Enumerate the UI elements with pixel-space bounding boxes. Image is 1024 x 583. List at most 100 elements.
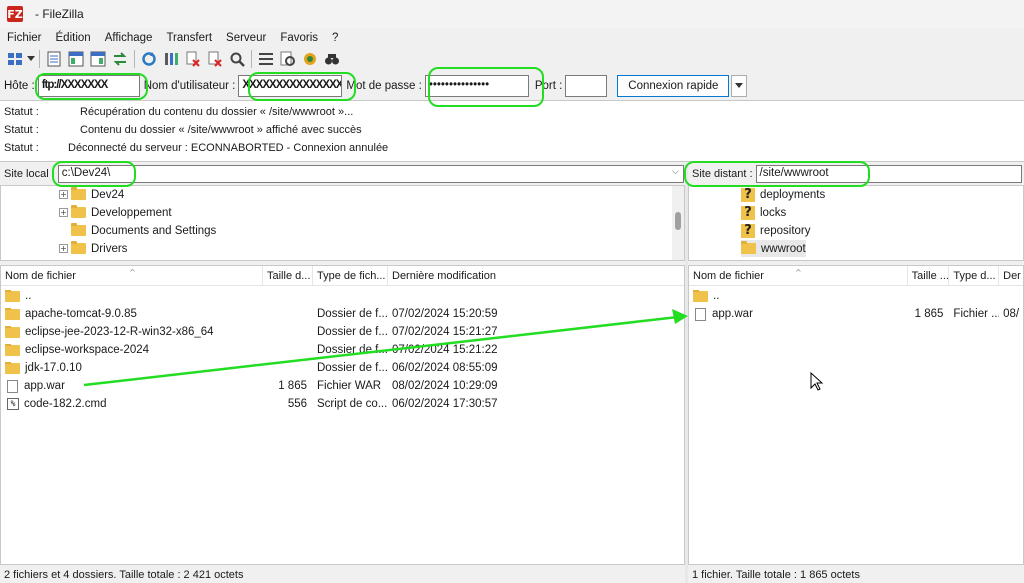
unknown-folder-icon: ? bbox=[741, 223, 755, 238]
quickconnect-button[interactable]: Connexion rapide bbox=[617, 75, 730, 97]
local-site-label: Site local : bbox=[4, 168, 55, 180]
log-line: Statut : Déconnecté du serveur : ECONNAB… bbox=[0, 139, 1024, 157]
reconnect-icon[interactable] bbox=[226, 49, 248, 69]
column-header-filename[interactable]: Nom de fichier ^ bbox=[689, 266, 908, 285]
list-header: Nom de fichier ^ Taille ... Type d... Der bbox=[689, 266, 1023, 286]
disconnect-icon[interactable] bbox=[204, 49, 226, 69]
script-file-icon: % bbox=[7, 398, 19, 410]
tree-item[interactable]: Documents and Settings bbox=[71, 222, 216, 239]
menu-serveur[interactable]: Serveur bbox=[219, 30, 273, 46]
list-item[interactable]: .. bbox=[1, 287, 684, 305]
list-item[interactable]: .. bbox=[689, 287, 1023, 305]
column-header-type[interactable]: Type d... bbox=[949, 266, 1000, 285]
folder-icon bbox=[741, 241, 756, 254]
list-item[interactable]: app.war 1 865 Fichier WAR 08/02/2024 10:… bbox=[1, 377, 684, 395]
toggle-remote-tree-icon[interactable] bbox=[87, 49, 109, 69]
tree-item[interactable]: + Dev24 bbox=[59, 186, 124, 203]
tree-item-label: Documents and Settings bbox=[91, 224, 217, 237]
local-directory-tree[interactable]: + Dev24 + Developpement Documents and Se… bbox=[0, 185, 685, 261]
process-queue-icon[interactable] bbox=[160, 49, 182, 69]
port-input[interactable] bbox=[565, 75, 608, 97]
local-path-bar: Site local : c:\Dev24\ ⌵ bbox=[0, 164, 685, 184]
file-name: app.war bbox=[24, 380, 65, 392]
tree-item[interactable]: + Developpement bbox=[59, 204, 172, 221]
file-modified: 06/02/2024 08:55:09 bbox=[392, 362, 498, 374]
local-path-input[interactable]: c:\Dev24\ bbox=[57, 165, 684, 183]
message-log[interactable]: Statut : Récupération du contenu du doss… bbox=[0, 100, 1024, 162]
cancel-operation-icon[interactable] bbox=[182, 49, 204, 69]
directory-filter-icon[interactable] bbox=[255, 49, 277, 69]
menu-fichier[interactable]: Fichier bbox=[0, 30, 49, 46]
file-size: 556 bbox=[287, 398, 307, 410]
sync-browsing-icon[interactable] bbox=[277, 49, 299, 69]
file-size: 1 865 bbox=[914, 308, 944, 320]
scrollbar-thumb[interactable] bbox=[675, 212, 681, 230]
remote-path-input[interactable]: /site/wwwroot bbox=[755, 165, 1022, 183]
expand-icon[interactable]: + bbox=[59, 244, 68, 253]
list-item[interactable]: apache-tomcat-9.0.85 Dossier de f... 07/… bbox=[1, 305, 684, 323]
quickconnect-history-dropdown[interactable] bbox=[731, 75, 748, 97]
remote-status-bar: 1 fichier. Taille totale : 1 865 octets bbox=[692, 569, 860, 581]
list-item[interactable]: jdk-17.0.10 Dossier de f... 06/02/2024 0… bbox=[1, 359, 684, 377]
menu-help[interactable]: ? bbox=[325, 30, 345, 46]
toggle-local-tree-icon[interactable] bbox=[65, 49, 87, 69]
compare-directories-icon[interactable] bbox=[299, 49, 321, 69]
tree-item-selected[interactable]: wwwroot bbox=[741, 240, 806, 257]
remote-directory-tree[interactable]: ? deployments ? locks ? repository wwwro… bbox=[688, 185, 1024, 261]
password-label: Mot de passe : bbox=[346, 80, 422, 92]
list-item[interactable]: app.war 1 865 Fichier ... 08/ bbox=[689, 305, 1023, 323]
list-item[interactable]: eclipse-jee-2023-12-R-win32-x86_64 Dossi… bbox=[1, 323, 684, 341]
tree-item[interactable]: + Drivers bbox=[59, 240, 127, 257]
menu-affichage[interactable]: Affichage bbox=[98, 30, 160, 46]
toolbar bbox=[0, 46, 1024, 72]
tree-item[interactable]: ? repository bbox=[741, 222, 811, 239]
password-input[interactable]: ••••••••••••••• bbox=[424, 75, 529, 97]
remote-file-list[interactable]: Nom de fichier ^ Taille ... Type d... Der… bbox=[688, 265, 1024, 565]
folder-icon bbox=[5, 362, 20, 374]
pane-splitter[interactable] bbox=[685, 164, 688, 583]
folder-icon bbox=[693, 290, 708, 302]
search-remote-icon[interactable] bbox=[321, 49, 343, 69]
tree-item[interactable]: ? locks bbox=[741, 204, 786, 221]
tree-item-label: Drivers bbox=[91, 242, 128, 255]
column-header-size[interactable]: Taille ... bbox=[908, 266, 950, 285]
menu-transfert[interactable]: Transfert bbox=[159, 30, 219, 46]
host-input[interactable]: ftp://XXXXXXX bbox=[37, 75, 140, 97]
column-header-type[interactable]: Type de fich... bbox=[313, 266, 388, 285]
column-header-modified[interactable]: Der bbox=[999, 266, 1023, 285]
menu-edition[interactable]: Édition bbox=[49, 30, 98, 46]
filezilla-logo-icon: FZ bbox=[7, 6, 23, 22]
file-name: .. bbox=[713, 290, 720, 302]
folder-icon bbox=[5, 326, 20, 338]
local-file-list[interactable]: Nom de fichier ^ Taille d... Type de fich… bbox=[0, 265, 685, 565]
menu-favoris[interactable]: Favoris bbox=[273, 30, 325, 46]
local-path-dropdown-icon[interactable]: ⌵ bbox=[672, 167, 679, 177]
local-status-bar: 2 fichiers et 4 dossiers. Taille totale … bbox=[4, 569, 244, 581]
list-item[interactable]: % code-182.2.cmd 556 Script de co... 06/0… bbox=[1, 395, 684, 413]
expand-icon[interactable]: + bbox=[59, 190, 68, 199]
local-tree-scrollbar[interactable] bbox=[672, 186, 684, 260]
folder-icon bbox=[71, 205, 86, 218]
dropdown-arrow-icon[interactable] bbox=[26, 49, 36, 69]
site-manager-icon[interactable] bbox=[4, 49, 26, 69]
file-type: Script de co... bbox=[317, 398, 388, 410]
refresh-icon[interactable] bbox=[138, 49, 160, 69]
list-item[interactable]: eclipse-workspace-2024 Dossier de f... 0… bbox=[1, 341, 684, 359]
column-header-modified[interactable]: Dernière modification bbox=[388, 266, 684, 285]
file-icon bbox=[7, 379, 18, 393]
list-header: Nom de fichier ^ Taille d... Type de fich… bbox=[1, 266, 684, 286]
unknown-folder-icon: ? bbox=[741, 205, 755, 220]
column-header-filename[interactable]: Nom de fichier ^ bbox=[1, 266, 263, 285]
toggle-queue-icon[interactable] bbox=[109, 49, 131, 69]
file-type: Dossier de f... bbox=[317, 344, 388, 356]
mouse-cursor-icon bbox=[810, 372, 824, 391]
toggle-log-icon[interactable] bbox=[43, 49, 65, 69]
file-icon bbox=[695, 307, 706, 321]
expand-icon[interactable]: + bbox=[59, 208, 68, 217]
tree-item[interactable]: ? deployments bbox=[741, 186, 825, 203]
file-modified: 08/ bbox=[1003, 308, 1020, 320]
quickconnect-bar: Hôte : ftp://XXXXXXX Nom d'utilisateur :… bbox=[0, 74, 1024, 98]
file-name: .. bbox=[25, 290, 32, 302]
column-header-size[interactable]: Taille d... bbox=[263, 266, 313, 285]
username-input[interactable]: XXXXXXXXXXXXXXX bbox=[238, 75, 343, 97]
